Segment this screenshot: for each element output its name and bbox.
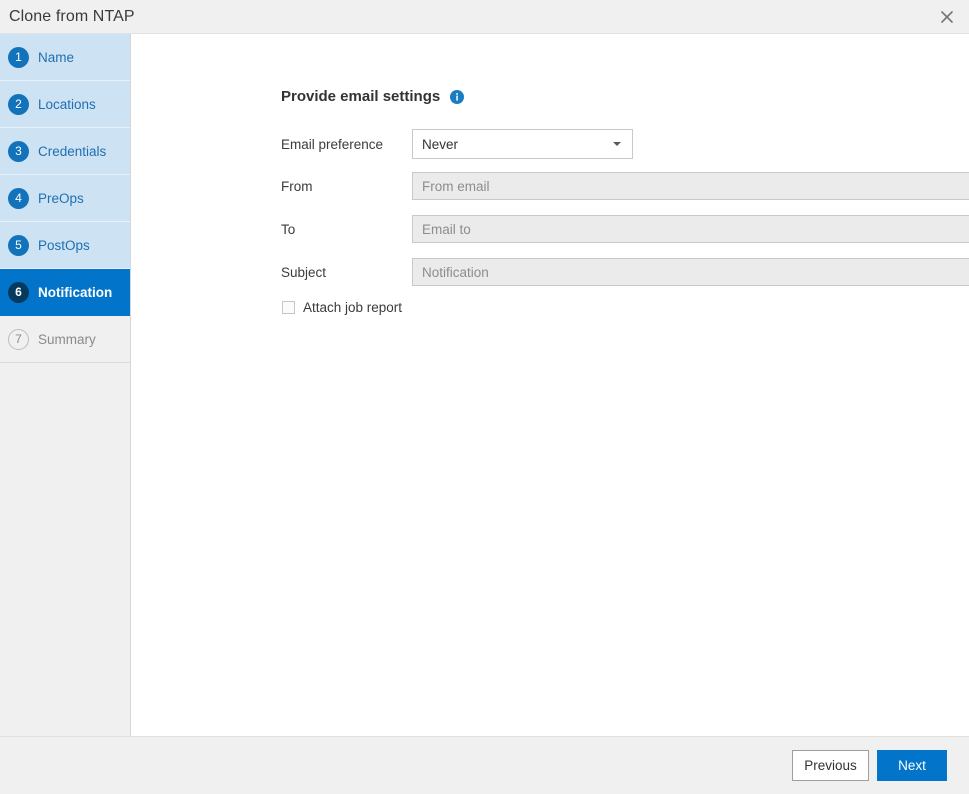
from-email-input[interactable] xyxy=(412,172,969,200)
step-number-badge: 2 xyxy=(8,94,29,115)
dialog-body: 1 Name 2 Locations 3 Credentials 4 PreOp… xyxy=(0,34,969,736)
sidebar-item-notification[interactable]: 6 Notification xyxy=(0,269,130,316)
section-header: Provide email settings xyxy=(281,88,464,105)
sidebar-filler xyxy=(0,363,130,736)
page-title: Provide email settings xyxy=(281,88,440,105)
previous-button[interactable]: Previous xyxy=(792,750,869,781)
step-number-badge: 5 xyxy=(8,235,29,256)
main-content: Provide email settings Email preference … xyxy=(131,34,969,736)
attach-job-report-row: Attach job report xyxy=(281,300,969,315)
to-row: To xyxy=(281,214,969,244)
sidebar-item-label: Notification xyxy=(38,285,112,300)
dialog-title: Clone from NTAP xyxy=(0,8,135,26)
sidebar-item-name[interactable]: 1 Name xyxy=(0,34,130,81)
wizard-sidebar: 1 Name 2 Locations 3 Credentials 4 PreOp… xyxy=(0,34,131,736)
sidebar-item-label: PreOps xyxy=(38,191,84,206)
sidebar-item-postops[interactable]: 5 PostOps xyxy=(0,222,130,269)
attach-job-report-checkbox[interactable] xyxy=(282,301,295,314)
email-settings-form: Email preference Never From To xyxy=(281,129,969,315)
sidebar-item-preops[interactable]: 4 PreOps xyxy=(0,175,130,222)
email-preference-row: Email preference Never xyxy=(281,129,969,159)
subject-row: Subject xyxy=(281,257,969,287)
dialog-footer: Previous Next xyxy=(0,736,969,794)
from-label: From xyxy=(281,179,412,194)
sidebar-item-label: Credentials xyxy=(38,144,106,159)
email-preference-label: Email preference xyxy=(281,137,412,152)
from-row: From xyxy=(281,171,969,201)
to-email-input[interactable] xyxy=(412,215,969,243)
sidebar-item-label: PostOps xyxy=(38,238,90,253)
step-number-badge: 4 xyxy=(8,188,29,209)
sidebar-item-label: Name xyxy=(38,50,74,65)
next-button[interactable]: Next xyxy=(877,750,947,781)
to-label: To xyxy=(281,222,412,237)
sidebar-item-locations[interactable]: 2 Locations xyxy=(0,81,130,128)
subject-label: Subject xyxy=(281,265,412,280)
step-number-badge: 3 xyxy=(8,141,29,162)
step-number-badge: 6 xyxy=(8,282,29,303)
info-icon[interactable] xyxy=(450,90,464,104)
subject-input[interactable] xyxy=(412,258,969,286)
sidebar-item-label: Locations xyxy=(38,97,96,112)
clone-from-ntap-dialog: Clone from NTAP 1 Name 2 Locations 3 Cre… xyxy=(0,0,969,794)
dialog-titlebar: Clone from NTAP xyxy=(0,0,969,34)
sidebar-item-summary[interactable]: 7 Summary xyxy=(0,316,130,363)
close-icon[interactable] xyxy=(925,0,969,33)
email-preference-select[interactable]: Never xyxy=(412,129,633,159)
sidebar-item-credentials[interactable]: 3 Credentials xyxy=(0,128,130,175)
email-preference-select-wrap: Never xyxy=(412,129,633,159)
attach-job-report-label: Attach job report xyxy=(303,300,402,315)
step-number-badge: 1 xyxy=(8,47,29,68)
sidebar-item-label: Summary xyxy=(38,332,96,347)
step-number-badge: 7 xyxy=(8,329,29,350)
